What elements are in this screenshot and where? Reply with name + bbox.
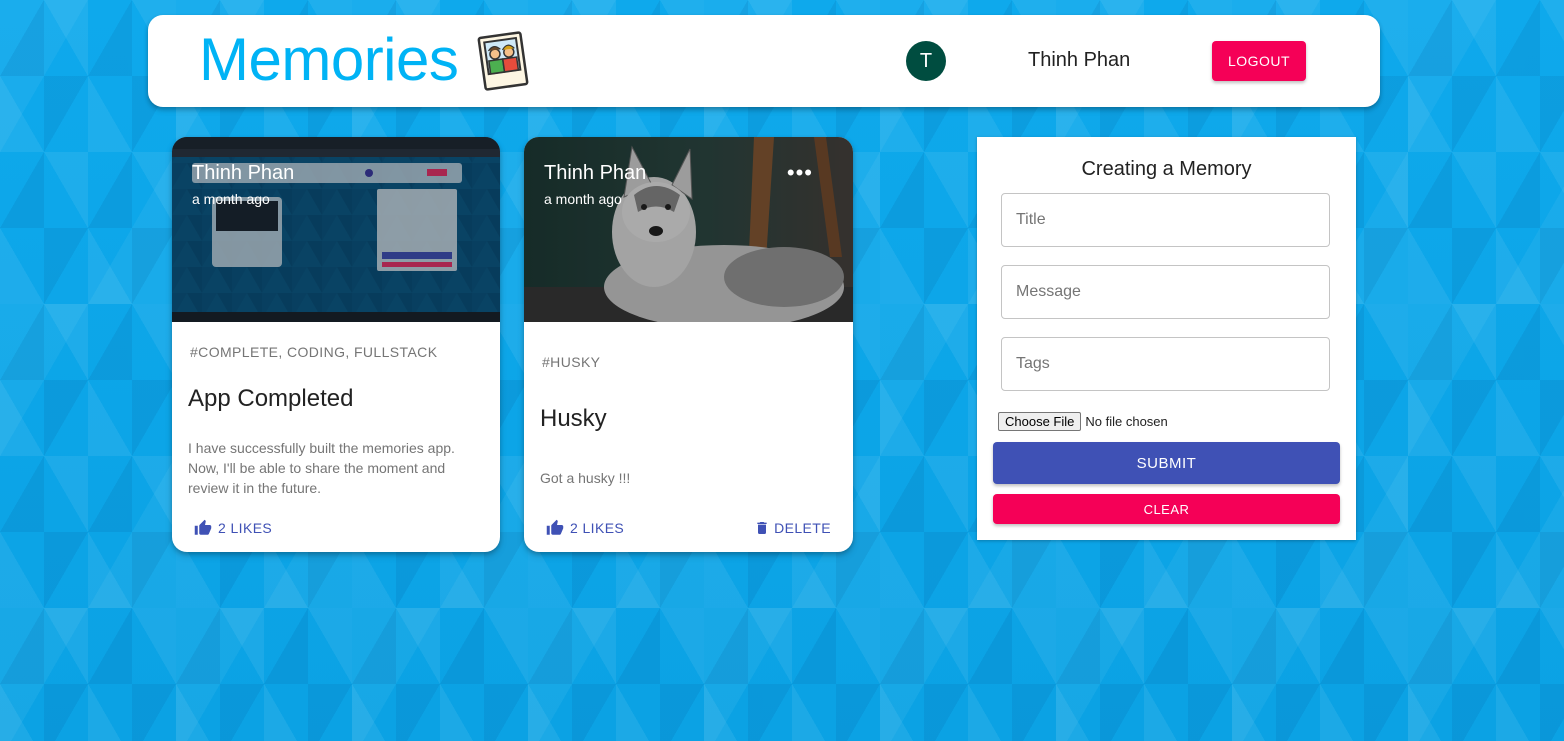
post-card: Thinh Phan a month ago #COMPLETE, CODING… [172,137,500,552]
form-title: Creating a Memory [1081,158,1252,180]
post-tags: #COMPLETE, CODING, FULLSTACK [190,344,438,360]
post-message: I have successfully built the memories a… [188,440,455,496]
like-count: 2 LIKES [570,520,625,536]
brand-title[interactable]: Memories [199,26,459,94]
post-message: Got a husky !!! [540,470,631,486]
post-time: a month ago [544,191,622,207]
thumb-up-icon [546,519,564,535]
like-count: 2 LIKES [218,520,273,536]
post-tags: #HUSKY [542,354,601,370]
title-input[interactable] [1001,193,1330,247]
post-card: Thinh Phan a month ago ••• #HUSKY Husky … [524,137,853,552]
delete-icon [757,522,767,534]
post-time: a month ago [192,191,270,207]
tags-input[interactable] [1001,337,1330,391]
like-button[interactable]: 2 LIKES [194,519,272,537]
username-label: Thinh Phan [1028,49,1131,71]
choose-file-button[interactable]: Choose File [998,412,1082,431]
logout-button[interactable]: LOGOUT [1212,41,1306,81]
like-button[interactable]: 2 LIKES [546,519,624,537]
post-creator: Thinh Phan [544,162,647,184]
submit-button[interactable]: SUBMIT [993,442,1340,484]
avatar[interactable]: T [906,41,946,81]
clear-button[interactable]: CLEAR [993,494,1340,524]
message-input[interactable] [1001,265,1330,319]
post-title: Husky [540,405,607,432]
more-horiz-icon[interactable]: ••• [787,162,813,184]
post-creator: Thinh Phan [192,162,295,184]
file-status: No file chosen [1085,414,1168,429]
file-input: Choose File No file chosen [998,412,1168,431]
post-title: App Completed [188,385,354,412]
memory-form: Creating a Memory Choose File No file ch… [977,137,1356,540]
delete-label: DELETE [774,520,831,536]
app-bar: Memories T Thinh Phan LOGOUT [148,15,1380,107]
thumb-up-icon [194,519,212,535]
memories-photo-icon [477,31,529,91]
delete-button[interactable]: DELETE [754,519,831,537]
